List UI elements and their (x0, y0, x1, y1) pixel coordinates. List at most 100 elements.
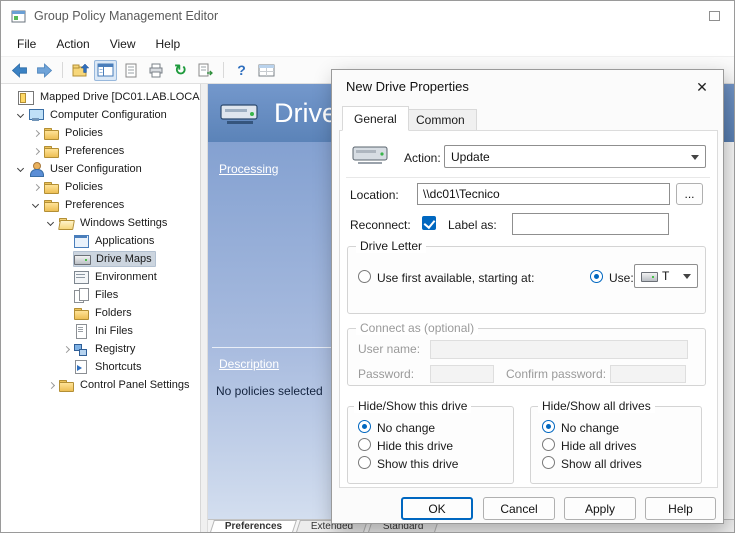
tree-item-preferences-computer[interactable]: Preferences (1, 142, 200, 160)
tree-item-policies-computer[interactable]: Policies (1, 124, 200, 142)
tree-item-preferences-user[interactable]: Preferences (1, 196, 200, 214)
tree-item-root[interactable]: Mapped Drive [DC01.LAB.LOCA (1, 88, 200, 106)
chevron-down-icon (683, 274, 691, 279)
user-name-input (430, 340, 688, 359)
computer-icon (28, 108, 44, 122)
all-no-change-radio[interactable] (542, 420, 555, 433)
drive-letter-combobox[interactable]: T (634, 264, 698, 288)
chevron-down-icon[interactable] (45, 217, 58, 230)
folder-icon (73, 306, 89, 320)
tree-item-folders[interactable]: Folders (1, 304, 200, 322)
password-label: Password: (358, 367, 414, 381)
chevron-down-icon[interactable] (30, 199, 43, 212)
location-input[interactable] (417, 183, 670, 205)
tree-item-environment[interactable]: Environment (1, 268, 200, 286)
chevron-right-icon[interactable] (30, 127, 43, 140)
properties-icon[interactable] (119, 60, 142, 81)
drive-icon (74, 252, 90, 266)
no-expander (60, 235, 73, 248)
title-bar[interactable]: Group Policy Management Editor (1, 1, 734, 31)
tree-item-label: Drive Maps (93, 252, 155, 266)
help-icon[interactable]: ? (230, 60, 253, 81)
tab-common[interactable]: Common (404, 109, 477, 131)
tree-item-drive-maps[interactable]: Drive Maps (1, 250, 200, 268)
this-no-change-radio[interactable] (358, 420, 371, 433)
menu-view[interactable]: View (100, 34, 146, 54)
list-view-icon[interactable] (255, 60, 278, 81)
show-console-tree-icon[interactable] (94, 60, 117, 81)
print-icon[interactable] (144, 60, 167, 81)
user-icon (28, 162, 44, 176)
label-as-input[interactable] (512, 213, 669, 235)
this-no-change-label: No change (377, 421, 435, 435)
chevron-right-icon[interactable] (60, 343, 73, 356)
show-this-drive-radio[interactable] (358, 456, 371, 469)
hide-all-drives-radio[interactable] (542, 438, 555, 451)
tree-item-label: Folders (92, 306, 135, 320)
close-icon[interactable]: ✕ (689, 76, 715, 98)
toolbar-separator (223, 62, 224, 78)
tree-item-applications[interactable]: Applications (1, 232, 200, 250)
ok-button[interactable]: OK (401, 497, 473, 520)
tab-preferences[interactable]: Preferences (210, 520, 297, 532)
menu-file[interactable]: File (7, 34, 46, 54)
folder-icon (43, 180, 59, 194)
export-list-icon[interactable] (194, 60, 217, 81)
back-icon[interactable] (8, 60, 31, 81)
tree-item-user-configuration[interactable]: User Configuration (1, 160, 200, 178)
password-input (430, 365, 494, 383)
tree-item-control-panel-settings[interactable]: Control Panel Settings (1, 376, 200, 394)
browse-button[interactable]: ... (676, 183, 703, 205)
dialog-title: New Drive Properties (332, 70, 723, 102)
tree-item-label: Ini Files (92, 324, 136, 338)
tree-item-label: Mapped Drive [DC01.LAB.LOCA (37, 90, 201, 104)
app-icon (11, 9, 26, 23)
drive-letter-value: T (662, 269, 669, 283)
chevron-right-icon[interactable] (30, 145, 43, 158)
confirm-password-label: Confirm password: (506, 367, 606, 381)
chevron-right-icon[interactable] (45, 379, 58, 392)
description-link[interactable]: Description (219, 357, 279, 371)
tree-item-computer-configuration[interactable]: Computer Configuration (1, 106, 200, 124)
reconnect-checkbox[interactable] (422, 216, 436, 230)
tree-item-registry[interactable]: Registry (1, 340, 200, 358)
apply-button[interactable]: Apply (564, 497, 636, 520)
tree-item-ini-files[interactable]: Ini Files (1, 322, 200, 340)
console-root-icon (18, 90, 34, 104)
hide-this-drive-radio[interactable] (358, 438, 371, 451)
use-radio[interactable] (590, 270, 603, 283)
no-expander (60, 289, 73, 302)
help-button[interactable]: Help (645, 497, 716, 520)
open-folder-icon (58, 216, 74, 230)
chevron-right-icon[interactable] (30, 181, 43, 194)
use-first-available-radio[interactable] (358, 270, 371, 283)
chevron-down-icon[interactable] (15, 163, 28, 176)
menu-help[interactable]: Help (146, 34, 191, 54)
up-one-level-icon[interactable] (69, 60, 92, 81)
tree-item-label: Preferences (62, 144, 127, 158)
tree-item-label: Environment (92, 270, 160, 284)
chevron-down-icon[interactable] (15, 109, 28, 122)
tree-item-policies-user[interactable]: Policies (1, 178, 200, 196)
cancel-button[interactable]: Cancel (483, 497, 555, 520)
pane-splitter[interactable] (201, 84, 208, 532)
console-tree[interactable]: Mapped Drive [DC01.LAB.LOCA Computer Con… (1, 84, 201, 532)
refresh-icon[interactable]: ↻ (169, 60, 192, 81)
action-combobox[interactable]: Update (444, 145, 706, 168)
tree-item-windows-settings[interactable]: Windows Settings (1, 214, 200, 232)
show-all-drives-radio[interactable] (542, 456, 555, 469)
forward-icon[interactable] (33, 60, 56, 81)
window-title: Group Policy Management Editor (34, 9, 218, 23)
hide-all-drives-label: Hide all drives (561, 439, 636, 453)
tree-item-label: Applications (92, 234, 157, 248)
no-expander (60, 307, 73, 320)
tree-item-files[interactable]: Files (1, 286, 200, 304)
tree-item-shortcuts[interactable]: Shortcuts (1, 358, 200, 376)
maximize-button[interactable] (709, 11, 720, 21)
menu-action[interactable]: Action (46, 34, 99, 54)
tab-general[interactable]: General (342, 106, 409, 131)
action-label: Action: (404, 151, 441, 165)
drive-maps-header-icon (218, 97, 262, 129)
hide-show-all-drives-label: Hide/Show all drives (538, 399, 655, 413)
processing-link[interactable]: Processing (219, 162, 278, 176)
